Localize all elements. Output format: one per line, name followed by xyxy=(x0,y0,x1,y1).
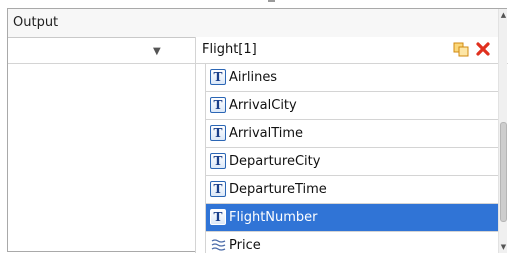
list-item-flightnumber[interactable]: T FlightNumber xyxy=(206,204,498,232)
list-item-label: ArrivalTime xyxy=(229,126,304,141)
root-node-label: Flight[1] xyxy=(202,42,257,57)
list-item-departurecity[interactable]: T DepartureCity xyxy=(206,148,498,176)
scroll-up-icon[interactable]: ▲ xyxy=(499,11,508,19)
list-item-label: DepartureTime xyxy=(229,182,327,197)
header-row: Output xyxy=(8,9,506,38)
vertical-scrollbar[interactable]: ▲ ▼ xyxy=(498,9,507,253)
text-field-icon: T xyxy=(210,97,226,113)
text-field-icon: T xyxy=(210,181,226,197)
delete-icon[interactable] xyxy=(475,41,491,57)
text-field-icon: T xyxy=(210,69,226,85)
copy-icon[interactable] xyxy=(453,42,469,57)
price-icon xyxy=(211,239,226,251)
scroll-down-icon[interactable]: ▼ xyxy=(499,243,508,251)
text-field-icon: T xyxy=(210,209,226,225)
scroll-thumb[interactable] xyxy=(500,122,507,222)
text-field-icon: T xyxy=(210,153,226,169)
list-item-departuretime[interactable]: T DepartureTime xyxy=(206,176,498,204)
list-item-arrivalcity[interactable]: T ArrivalCity xyxy=(206,92,498,120)
collapse-triangle-icon[interactable]: ▼ xyxy=(153,46,161,57)
indent-column xyxy=(196,64,206,253)
text-field-icon: T xyxy=(210,125,226,141)
list-item-label: DepartureCity xyxy=(229,154,321,169)
list-item-price[interactable]: Price xyxy=(206,232,498,253)
output-panel: Output ▼ Flight[1] T Airlines T ArrivalC… xyxy=(0,0,518,255)
row-divider xyxy=(8,63,195,64)
list-item-label: Price xyxy=(229,238,261,253)
list-item-airlines[interactable]: T Airlines xyxy=(206,64,498,92)
drag-handle[interactable] xyxy=(268,0,275,2)
mapping-grid: Output ▼ Flight[1] T Airlines T ArrivalC… xyxy=(7,8,508,253)
list-item-label: Airlines xyxy=(229,70,278,85)
list-item-label: ArrivalCity xyxy=(229,98,297,113)
root-node-flight[interactable]: Flight[1] xyxy=(196,37,508,64)
header-label: Output xyxy=(13,15,59,30)
list-item-arrivaltime[interactable]: T ArrivalTime xyxy=(206,120,498,148)
list-item-label: FlightNumber xyxy=(229,210,318,225)
